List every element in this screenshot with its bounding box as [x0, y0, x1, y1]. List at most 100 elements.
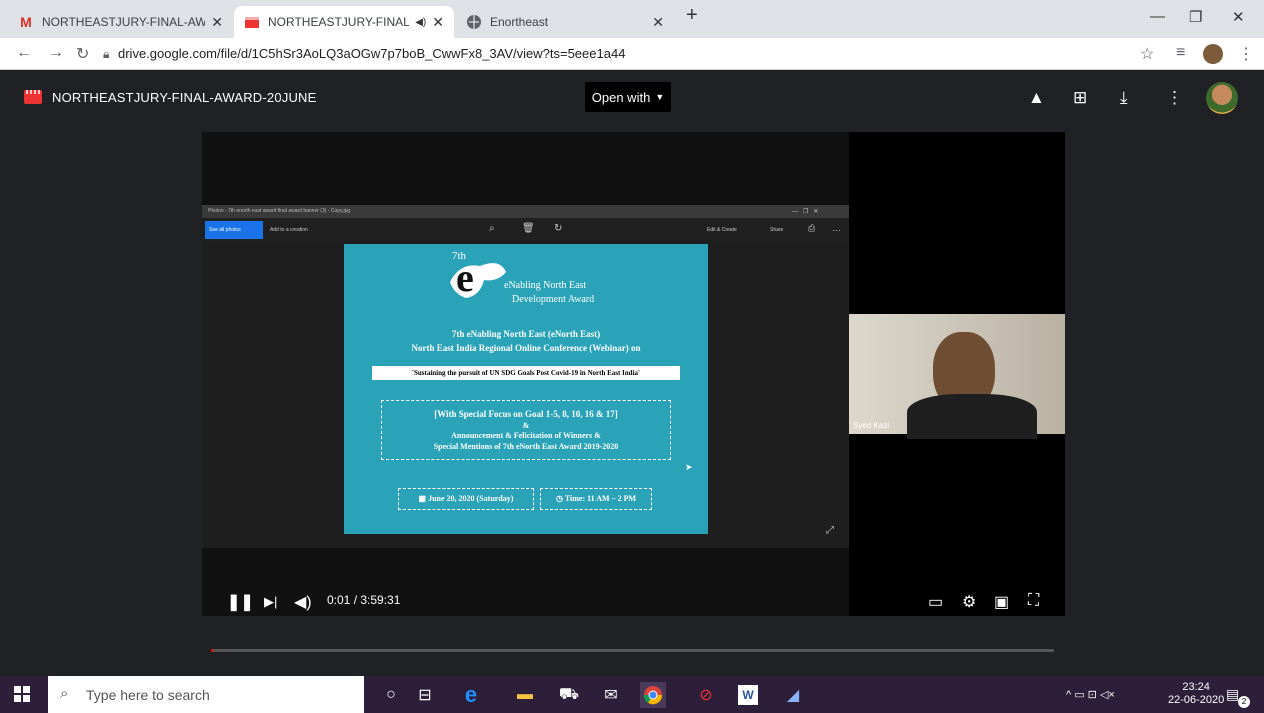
windows-taskbar: ⌕ Type here to search ○ ⊟ e ▬ ⛟ ✉ ⊘ W ◢ … — [0, 676, 1264, 713]
close-tab-icon[interactable]: ✕ — [652, 14, 664, 31]
clock-time: 23:24 — [1182, 681, 1210, 693]
add-shortcut-icon[interactable]: ⊞ — [1073, 88, 1087, 108]
browser-tab-bar: M NORTHEASTJURY-FINAL-AWARD ✕ NORTHEASTJ… — [0, 0, 1264, 38]
rotate-icon[interactable]: ↻ — [554, 223, 562, 234]
captions-icon[interactable]: ▭ — [928, 592, 943, 612]
video-file-icon — [24, 90, 42, 109]
notes-icon[interactable]: ◢ — [780, 682, 806, 708]
taskbar-search-box[interactable]: ⌕ Type here to search — [48, 676, 364, 713]
chevron-down-icon: ▼ — [655, 92, 665, 102]
open-with-label: Open with — [591, 89, 651, 105]
poster-heading-2: North East India Regional Online Confere… — [411, 343, 641, 353]
windows-start-icon[interactable] — [14, 686, 30, 707]
pause-icon[interactable]: ❚❚ — [227, 592, 254, 612]
tab-title: Enortheast — [490, 15, 549, 29]
more-icon[interactable]: … — [832, 223, 841, 233]
open-with-button[interactable]: Open with ▼ — [585, 82, 671, 112]
back-icon[interactable]: ← — [16, 44, 32, 62]
volume-icon[interactable]: ◀) — [294, 592, 312, 612]
poster-brand-line2: Development Award — [512, 294, 595, 305]
share-button[interactable]: Share — [770, 227, 783, 233]
add-to-drive-icon[interactable]: ▲ — [1028, 88, 1045, 108]
award-poster: 7th e eNabling North East Development Aw… — [344, 244, 708, 534]
delete-icon[interactable]: 🗑︎ — [522, 223, 535, 234]
settings-icon[interactable]: ⚙ — [962, 592, 976, 612]
system-tray-icons[interactable]: ^ ▭ ⊡ ◁× — [1066, 688, 1115, 701]
add-to-creation-button[interactable]: Add to a creation — [270, 227, 308, 233]
clock-icon: ◷ — [555, 494, 565, 503]
next-icon[interactable]: ▶| — [264, 594, 277, 610]
tab-drive-video[interactable]: NORTHEASTJURY-FINAL-AW ◀) ✕ — [234, 6, 454, 38]
e-logo-icon: e — [456, 255, 474, 300]
forward-icon[interactable]: → — [48, 44, 64, 62]
print-icon[interactable]: ⎙ — [808, 223, 815, 234]
minimize-icon[interactable]: — — [1150, 8, 1165, 25]
poster-theme-box: 'Sustaining the pursuit of UN SDG Goals … — [372, 366, 680, 380]
more-actions-icon[interactable]: ⋮ — [1166, 88, 1183, 108]
taskbar-clock[interactable]: 23:24 22-06-2020 — [1168, 681, 1224, 707]
see-all-label: See all photos — [209, 227, 241, 233]
video-controls: ❚❚ ▶| ◀) 0:01 / 3:59:31 ▭ ⚙ ▣ ⛶ — [202, 584, 1065, 618]
video-icon — [244, 14, 260, 30]
poster-heading-1: 7th eNabling North East (eNorth East) — [451, 329, 601, 339]
lock-icon: 🔒︎ — [103, 47, 110, 61]
gmail-icon: M — [20, 14, 32, 30]
participant-camera-feed: Syed Kazi — [849, 314, 1065, 439]
video-progress-fill — [211, 649, 213, 652]
cortana-icon[interactable]: ○ — [378, 682, 404, 708]
tab-enortheast[interactable]: Enortheast ✕ — [456, 6, 674, 38]
app-icon[interactable]: ⊘ — [693, 682, 719, 708]
fullscreen-icon[interactable]: ⛶ — [1028, 592, 1039, 610]
file-explorer-icon[interactable]: ▬ — [512, 682, 538, 708]
screen-share-area: Photos - 7th enorth east award final awa… — [202, 132, 849, 616]
participant-name: Syed Kazi — [853, 421, 890, 430]
poster-focus-line: [With Special Focus on Goal 1-5, 8, 10, … — [434, 409, 618, 419]
download-icon[interactable]: ⤓ — [1120, 88, 1128, 108]
clock-date: 22-06-2020 — [1168, 694, 1225, 706]
tab-title: NORTHEASTJURY-FINAL-AW — [268, 15, 410, 29]
calendar-icon: ▦ — [418, 494, 429, 503]
document-title: NORTHEASTJURY-FINAL-AWARD-20JUNE — [52, 90, 317, 105]
address-bar: ← → ↻ 🔒︎ drive.google.com/file/d/1C5hSr3… — [0, 38, 1264, 70]
search-placeholder: Type here to search — [86, 686, 210, 703]
restore-icon[interactable]: ❐ — [1189, 8, 1202, 26]
poster-date-box: ▦ June 20, 2020 (Saturday) — [398, 488, 534, 510]
see-all-photos-button[interactable]: See all photos — [205, 221, 263, 239]
poster-time: Time: 11 AM – 2 PM — [564, 494, 637, 503]
expand-icon[interactable]: ⤢ — [826, 525, 834, 536]
edit-create-button[interactable]: Edit & Create — [707, 227, 737, 233]
miniplayer-icon[interactable]: ▣ — [994, 592, 1009, 612]
close-tab-icon[interactable]: ✕ — [211, 14, 223, 31]
profile-avatar[interactable] — [1203, 44, 1223, 64]
close-tab-icon[interactable]: ✕ — [432, 14, 444, 31]
video-frame[interactable]: Photos - 7th enorth east award final awa… — [202, 132, 1065, 616]
globe-icon — [466, 14, 482, 30]
account-avatar[interactable] — [1206, 82, 1238, 114]
edge-icon[interactable]: e — [458, 682, 484, 708]
poster-date: June 20, 2020 (Saturday) — [428, 494, 514, 503]
zoom-icon[interactable]: ⌕ — [489, 223, 495, 234]
video-progress-bar[interactable] — [211, 649, 1054, 652]
url-field[interactable]: drive.google.com/file/d/1C5hSr3AoLQ3aOGw… — [118, 46, 625, 61]
word-icon[interactable]: W — [738, 685, 758, 705]
task-view-icon[interactable]: ⊟ — [412, 682, 438, 708]
search-icon: ⌕ — [60, 685, 69, 702]
menu-icon[interactable]: ⋮ — [1238, 44, 1254, 64]
chrome-icon[interactable] — [640, 682, 666, 708]
media-control-icon[interactable]: ≡ — [1176, 44, 1185, 62]
photos-window-controls: — ❐ ✕ — [792, 209, 819, 215]
tab-title: NORTHEASTJURY-FINAL-AWARD — [42, 15, 206, 29]
photos-window-title: Photos - 7th enorth east award final awa… — [202, 205, 849, 218]
notification-count-badge: 2 — [1238, 696, 1250, 708]
tab-gmail[interactable]: M NORTHEASTJURY-FINAL-AWARD ✕ — [8, 6, 233, 38]
northeast-map-logo — [450, 263, 506, 298]
photos-app-window: Photos - 7th enorth east award final awa… — [202, 205, 849, 548]
bookmark-star-icon[interactable]: ☆ — [1140, 44, 1154, 64]
audio-playing-icon[interactable]: ◀) — [415, 17, 426, 28]
photos-toolbar: See all photos Add to a creation ⌕ 🗑︎ ↻ … — [202, 218, 849, 242]
close-window-icon[interactable]: ✕ — [1232, 8, 1245, 26]
mail-icon[interactable]: ✉ — [598, 682, 624, 708]
store-icon[interactable]: ⛟ — [556, 682, 582, 708]
reload-icon[interactable]: ↻ — [76, 44, 89, 64]
new-tab-button[interactable]: + — [686, 4, 698, 27]
